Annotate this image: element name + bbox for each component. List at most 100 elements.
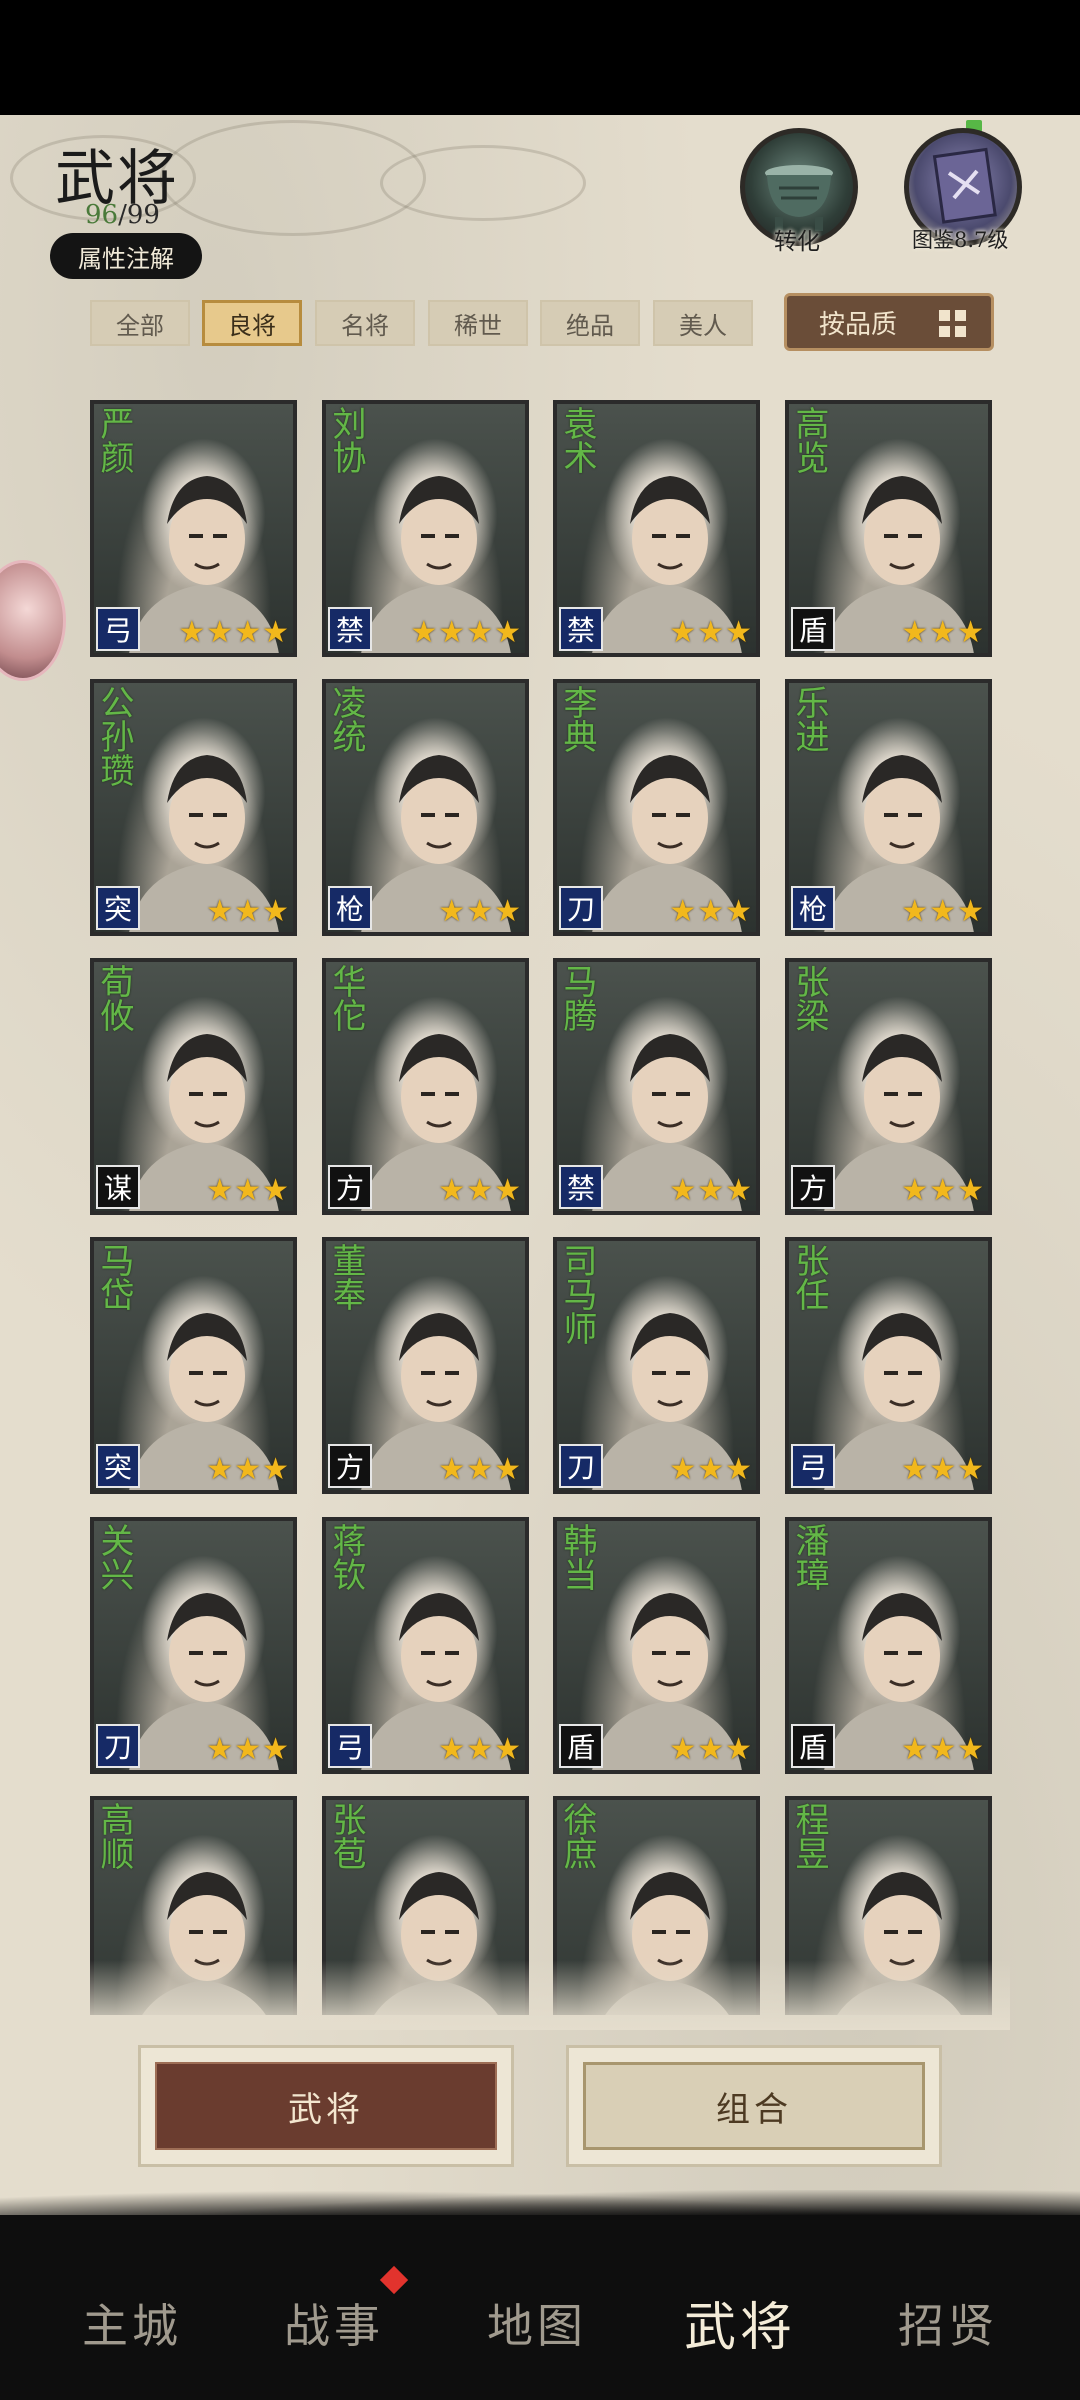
hero-card[interactable]: 张任弓 ★ ★ ★ (785, 1237, 992, 1494)
hero-name: 张苞 (326, 1802, 366, 1870)
star-icon: ★ (234, 1732, 262, 1767)
hero-card[interactable]: 袁术禁 ★ ★ ★ (553, 400, 760, 657)
star-icon: ★ (725, 1452, 752, 1487)
star-rating: ★ ★ ★ (206, 1454, 289, 1486)
star-icon: ★ (262, 615, 289, 650)
star-icon: ★ (957, 1732, 984, 1767)
star-rating: ★ ★ ★ (206, 896, 289, 928)
unit-type-badge: 盾 (791, 1724, 835, 1768)
hero-count-current: 96 (85, 200, 119, 230)
nav-main-city[interactable]: 主城 (57, 2290, 207, 2356)
star-icon: ★ (206, 1732, 234, 1767)
transform-label: 转化 (774, 229, 820, 255)
star-icon: ★ (234, 1173, 262, 1208)
star-icon: ★ (234, 1452, 262, 1487)
tab-famous-generals[interactable]: 名将 (315, 300, 415, 346)
star-icon: ★ (901, 1732, 929, 1767)
star-icon: ★ (957, 1173, 984, 1208)
hero-card[interactable]: 凌统枪 ★ ★ ★ (322, 679, 529, 936)
star-icon: ★ (929, 894, 957, 929)
hero-card[interactable]: 高览盾 ★ ★ ★ (785, 400, 992, 657)
star-icon: ★ (262, 894, 289, 929)
hero-card[interactable]: 刘协禁 ★ ★ ★ ★ (322, 400, 529, 657)
attribute-notes-button[interactable]: 属性注解 (50, 233, 202, 279)
nav-generals[interactable]: 武将 (665, 2285, 815, 2360)
hero-card[interactable]: 乐进枪 ★ ★ ★ (785, 679, 992, 936)
star-icon: ★ (901, 894, 929, 929)
hero-card[interactable]: 公孙瓒突 ★ ★ ★ (90, 679, 297, 936)
tab-rare[interactable]: 稀世 (428, 300, 528, 346)
hero-card[interactable]: 韩当盾 ★ ★ ★ (553, 1517, 760, 1774)
star-rating: ★ ★ ★ (901, 896, 984, 928)
unit-type-badge: 禁 (328, 607, 372, 651)
star-icon: ★ (929, 615, 957, 650)
star-rating: ★ ★ ★ (206, 1734, 289, 1766)
hero-card[interactable]: 潘璋盾 ★ ★ ★ (785, 1517, 992, 1774)
hero-card[interactable]: 蒋钦弓 ★ ★ ★ (322, 1517, 529, 1774)
tab-label: 美人 (679, 311, 727, 340)
hero-card[interactable]: 马岱突 ★ ★ ★ (90, 1237, 297, 1494)
star-icon: ★ (494, 1732, 521, 1767)
hero-name: 袁术 (557, 406, 597, 474)
star-icon: ★ (234, 894, 262, 929)
star-icon: ★ (262, 1452, 289, 1487)
star-rating: ★ ★ ★ (669, 617, 752, 649)
hero-card[interactable]: 关兴刀 ★ ★ ★ (90, 1517, 297, 1774)
hero-name: 程昱 (789, 1802, 829, 1870)
star-rating: ★ ★ ★ (901, 1734, 984, 1766)
star-icon: ★ (669, 1452, 697, 1487)
star-icon: ★ (725, 615, 752, 650)
hero-name: 韩当 (557, 1523, 597, 1591)
star-icon: ★ (438, 615, 466, 650)
star-icon: ★ (438, 894, 466, 929)
star-icon: ★ (494, 894, 521, 929)
combo-button[interactable]: 组合 (566, 2045, 942, 2167)
hero-name: 高顺 (94, 1802, 134, 1870)
star-icon: ★ (725, 1732, 752, 1767)
hero-name: 张任 (789, 1243, 829, 1311)
unit-type-badge: 突 (96, 886, 140, 930)
hero-card[interactable]: 荀攸谋 ★ ★ ★ (90, 958, 297, 1215)
hero-name: 董奉 (326, 1243, 366, 1311)
star-icon: ★ (206, 1173, 234, 1208)
star-icon: ★ (697, 894, 725, 929)
hero-name: 乐进 (789, 685, 829, 753)
hero-card[interactable]: 华佗方 ★ ★ ★ (322, 958, 529, 1215)
nav-battles[interactable]: 战事 (259, 2290, 409, 2356)
unit-type-badge: 禁 (559, 607, 603, 651)
tab-beauties[interactable]: 美人 (653, 300, 753, 346)
tab-all[interactable]: 全部 (90, 300, 190, 346)
star-rating: ★ ★ ★ (901, 617, 984, 649)
star-icon: ★ (901, 1173, 929, 1208)
star-icon: ★ (494, 1173, 521, 1208)
star-icon: ★ (466, 1452, 494, 1487)
hero-card[interactable]: 马腾禁 ★ ★ ★ (553, 958, 760, 1215)
star-rating: ★ ★ ★ (901, 1175, 984, 1207)
tab-label: 名将 (341, 311, 389, 340)
nav-recruit[interactable]: 招贤 (873, 2290, 1023, 2356)
hero-name: 刘协 (326, 406, 366, 474)
tab-unique[interactable]: 绝品 (540, 300, 640, 346)
combo-button-label: 组合 (583, 2062, 925, 2150)
hero-card[interactable]: 严颜弓 ★ ★ ★ ★ (90, 400, 297, 657)
tab-label: 良将 (228, 311, 276, 340)
tab-good-generals[interactable]: 良将 (202, 300, 302, 346)
grid-fade (70, 1960, 1010, 2030)
hero-card[interactable]: 司马师刀 ★ ★ ★ (553, 1237, 760, 1494)
hero-card[interactable]: 董奉方 ★ ★ ★ (322, 1237, 529, 1494)
unit-type-badge: 禁 (559, 1165, 603, 1209)
hero-name: 蒋钦 (326, 1523, 366, 1591)
unit-type-badge: 突 (96, 1444, 140, 1488)
star-icon: ★ (929, 1732, 957, 1767)
nav-map[interactable]: 地图 (462, 2290, 612, 2356)
hero-card[interactable]: 李典刀 ★ ★ ★ (553, 679, 760, 936)
tab-label: 绝品 (566, 311, 614, 340)
star-icon: ★ (725, 1173, 752, 1208)
sort-by-quality-button[interactable]: 按品质 (784, 293, 994, 351)
heroes-button[interactable]: 武将 (138, 2045, 514, 2167)
hero-card[interactable]: 张梁方 ★ ★ ★ (785, 958, 992, 1215)
hero-name: 潘璋 (789, 1523, 829, 1591)
star-rating: ★ ★ ★ ★ (410, 617, 521, 649)
star-icon: ★ (262, 1173, 289, 1208)
star-icon: ★ (410, 615, 438, 650)
